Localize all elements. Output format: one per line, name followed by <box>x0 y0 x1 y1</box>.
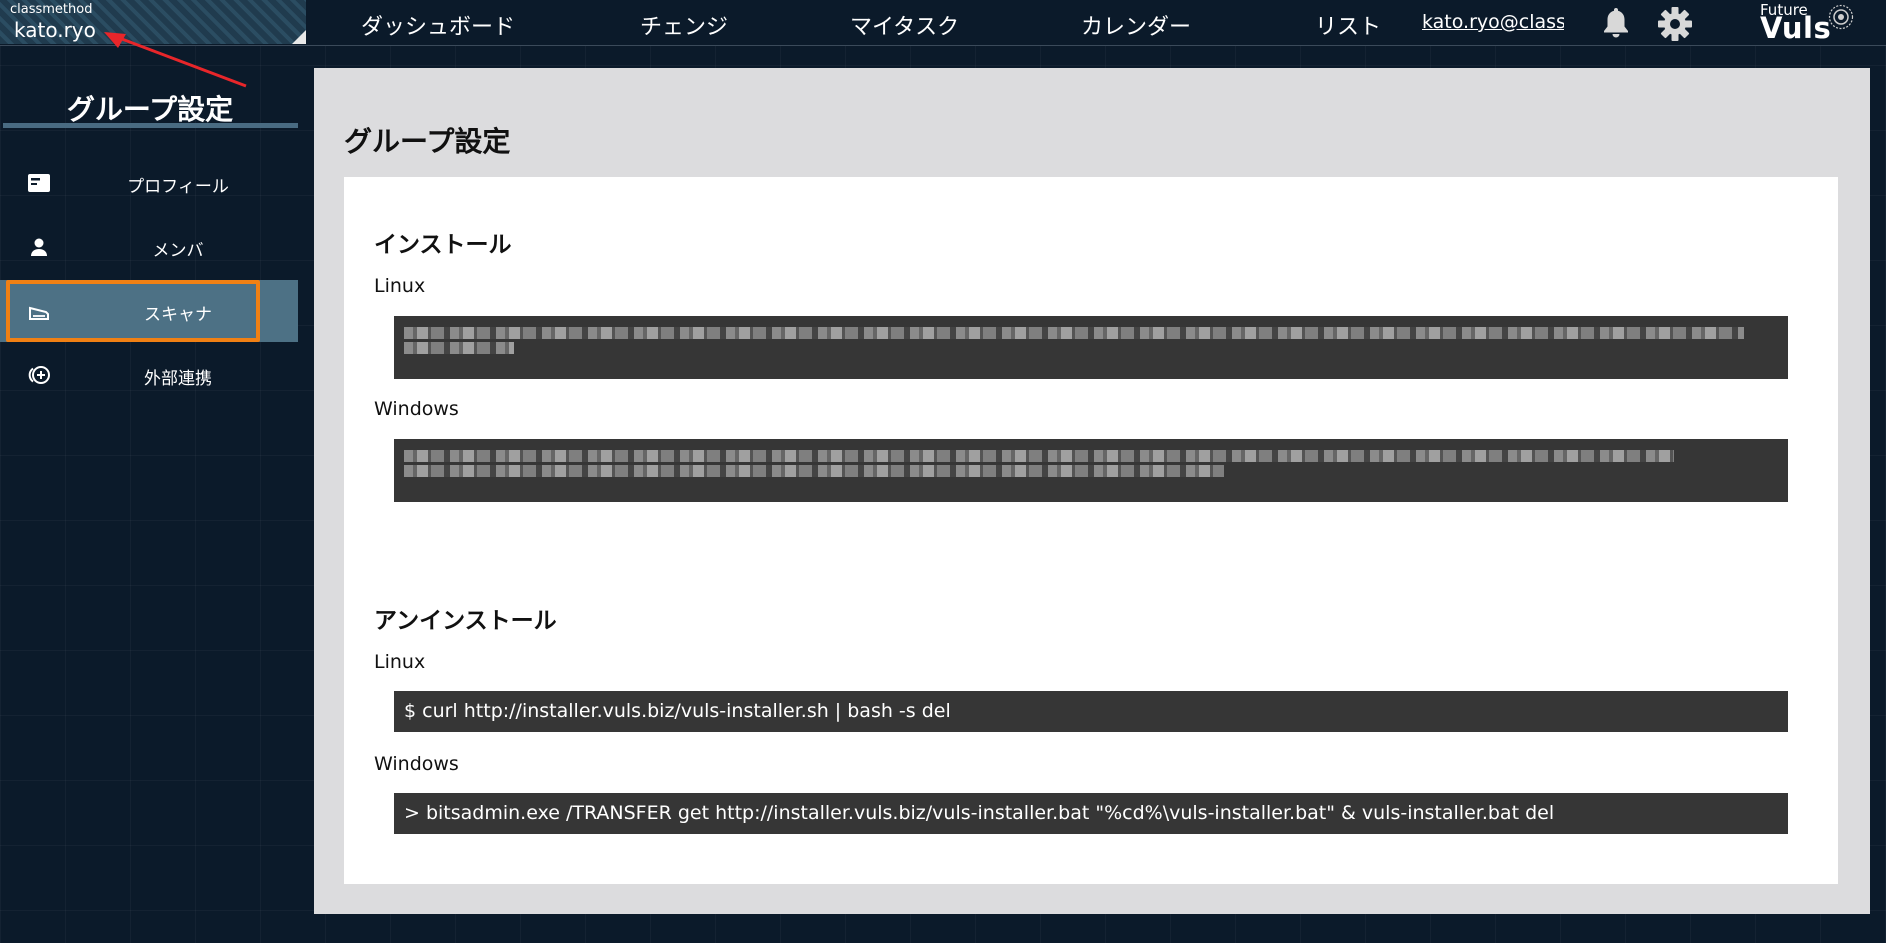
uninstall-windows-label: Windows <box>374 753 459 775</box>
sidebar-item-label: プロフィール <box>127 177 229 197</box>
nav-change[interactable]: チェンジ <box>640 9 728 41</box>
annotation-arrow-icon <box>104 32 247 88</box>
install-section-title: インストール <box>374 232 512 258</box>
redacted-text <box>404 342 514 354</box>
redacted-text <box>404 450 1674 462</box>
redacted-text <box>404 465 1224 477</box>
install-windows-label: Windows <box>374 398 459 420</box>
top-bar: classmethod kato.ryo ダッシュボード チェンジ マイタスク … <box>0 0 1886 46</box>
sidebar-title: グループ設定 <box>66 93 234 126</box>
page-title: グループ設定 <box>344 125 511 158</box>
highlight-annotation-box <box>6 280 260 342</box>
install-windows-command[interactable] <box>394 439 1788 502</box>
user-email-link[interactable]: kato.ryo@classi <box>1422 11 1564 33</box>
brand-logo[interactable]: Future Vuls <box>1758 0 1854 45</box>
install-linux-command[interactable] <box>394 316 1788 379</box>
vuls-logo-icon <box>1828 4 1854 30</box>
nav-dashboard[interactable]: ダッシュボード <box>361 9 515 41</box>
brand-line2: Vuls <box>1760 11 1832 45</box>
person-icon <box>31 238 47 256</box>
installer-card: インストール Linux Windows アンインストール Linux $ cu… <box>344 177 1838 884</box>
dropdown-corner-icon <box>292 30 306 44</box>
uninstall-linux-command[interactable]: $ curl http://installer.vuls.biz/vuls-in… <box>394 691 1788 732</box>
sidebar-item-label: メンバ <box>152 241 204 261</box>
sidebar-title-underline <box>3 123 298 128</box>
sidebar-item-label: 外部連携 <box>144 369 212 389</box>
uninstall-section-title: アンインストール <box>374 608 557 634</box>
redacted-text <box>404 327 1744 339</box>
current-user-name: kato.ryo <box>14 18 96 42</box>
integration-icon <box>28 366 50 384</box>
sidebar-item-members[interactable]: メンバ <box>0 216 298 278</box>
nav-calendar[interactable]: カレンダー <box>1081 9 1191 41</box>
profile-card-icon <box>28 174 50 192</box>
main-panel: グループ設定 インストール Linux Windows アンインストール Lin… <box>314 68 1870 914</box>
org-name: classmethod <box>10 2 93 17</box>
install-linux-label: Linux <box>374 275 426 297</box>
sidebar-item-profile[interactable]: プロフィール <box>0 152 298 214</box>
bell-icon[interactable] <box>1601 6 1631 38</box>
uninstall-linux-label: Linux <box>374 651 426 673</box>
nav-list[interactable]: リスト <box>1315 9 1381 41</box>
uninstall-windows-command[interactable]: > bitsadmin.exe /TRANSFER get http://ins… <box>394 793 1788 834</box>
gear-icon[interactable] <box>1657 6 1693 42</box>
nav-my-tasks[interactable]: マイタスク <box>850 9 959 41</box>
sidebar-item-integrations[interactable]: 外部連携 <box>0 344 298 406</box>
